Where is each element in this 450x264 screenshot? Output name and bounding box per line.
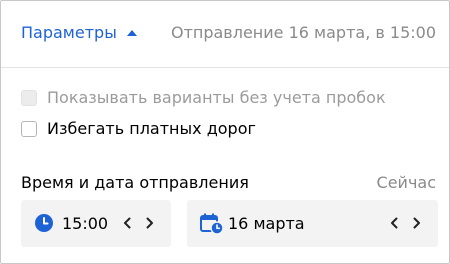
- time-next-button[interactable]: [143, 215, 157, 231]
- now-button[interactable]: Сейчас: [377, 173, 436, 192]
- params-toggle-label: Параметры: [21, 23, 117, 42]
- avoid-tolls-label[interactable]: Избегать платных дорог: [47, 119, 256, 138]
- chevron-right-icon: [413, 217, 420, 229]
- route-params-panel: Параметры Отправление 16 марта, в 15:00 …: [0, 0, 450, 264]
- option-no-traffic: Показывать варианты без учета пробок: [21, 88, 386, 107]
- chevron-left-icon: [391, 217, 398, 229]
- chevron-right-icon: [146, 217, 153, 229]
- no-traffic-checkbox: [21, 89, 37, 106]
- clock-icon: [34, 213, 54, 237]
- time-picker[interactable]: 15:00: [21, 200, 171, 247]
- date-prev-button[interactable]: [387, 215, 401, 231]
- params-toggle[interactable]: Параметры: [21, 23, 137, 42]
- date-value: 16 марта: [228, 214, 305, 233]
- time-prev-button[interactable]: [120, 215, 134, 231]
- date-next-button[interactable]: [410, 215, 424, 231]
- time-value: 15:00: [62, 214, 109, 233]
- date-picker[interactable]: 16 марта: [187, 200, 438, 247]
- caret-up-icon: [126, 30, 137, 36]
- chevron-left-icon: [124, 217, 131, 229]
- option-avoid-tolls[interactable]: Избегать платных дорог: [21, 119, 256, 138]
- no-traffic-label: Показывать варианты без учета пробок: [47, 88, 386, 107]
- departure-summary: Отправление 16 марта, в 15:00: [170, 23, 436, 42]
- params-header: Параметры Отправление 16 марта, в 15:00: [1, 1, 449, 68]
- departure-title: Время и дата отправления: [21, 173, 249, 192]
- avoid-tolls-checkbox[interactable]: [21, 120, 37, 137]
- calendar-clock-icon: [200, 213, 224, 239]
